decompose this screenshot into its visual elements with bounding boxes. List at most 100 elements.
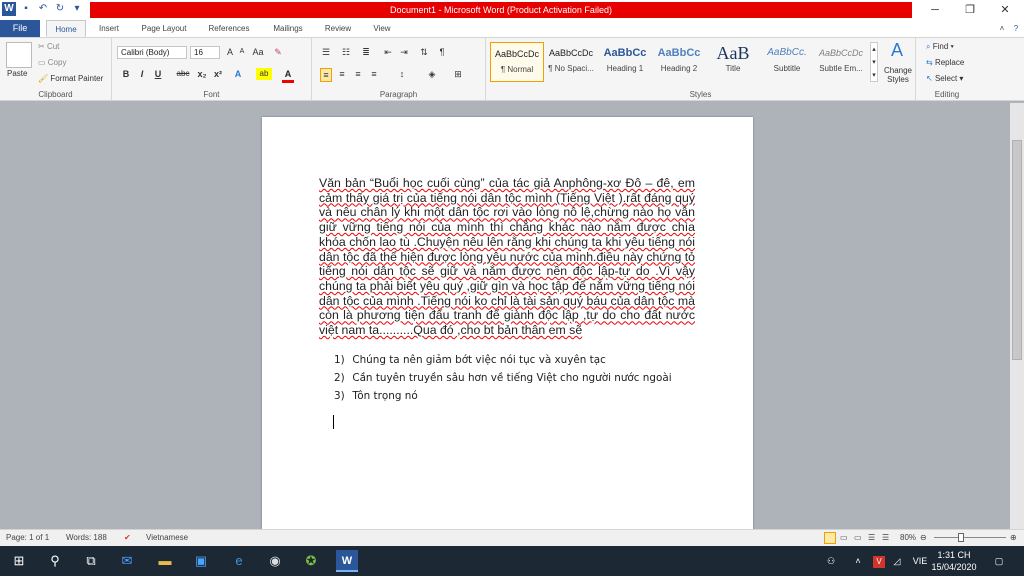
tab-review[interactable]: Review [318,20,358,37]
show-marks-icon[interactable]: ¶ [436,46,448,58]
numbering-icon[interactable]: ☷ [340,46,352,58]
language[interactable]: Vietnamese [146,530,188,546]
format-painter-button[interactable]: 🖌 Format Painter [38,74,103,84]
tab-file[interactable]: File [0,20,40,37]
print-layout-icon[interactable] [824,532,836,544]
list-item[interactable]: 1) Chúng ta nên giảm bớt việc nói tục và… [334,353,694,371]
font-family-select[interactable]: Calibri (Body) [117,46,187,59]
windows-start-icon[interactable]: ⊞ [8,550,30,572]
bold-button[interactable]: B [120,68,132,80]
notification-icon[interactable]: ▢ [990,546,1008,576]
minimize-ribbon-icon[interactable]: ˄ [996,20,1008,37]
style-heading-1[interactable]: AaBbCc Heading 1 [598,42,652,82]
superscript-button[interactable]: x² [212,68,224,80]
word-logo-icon[interactable]: W [2,2,16,16]
document-paragraph[interactable]: Văn bản “Buổi học cuối cùng” của tác giả… [319,176,695,338]
paste-button[interactable]: Paste [7,69,27,79]
minimize-button[interactable]: ─ [920,1,950,19]
text-effects-icon[interactable]: A [232,68,244,80]
font-color-icon[interactable]: A [282,68,294,83]
tab-home[interactable]: Home [46,20,86,37]
file-explorer-icon[interactable]: ▬ [154,550,176,572]
select-button[interactable]: ↖ Select ▾ [926,74,963,84]
paste-icon[interactable] [6,42,32,68]
style-no-spacing[interactable]: AaBbCcDc ¶ No Spaci... [544,42,598,82]
outline-icon[interactable]: ☰ [868,530,875,546]
align-right-icon[interactable]: ≡ [352,68,364,80]
multilevel-list-icon[interactable]: ≣ [360,46,372,58]
zoom-level[interactable]: 80% [900,530,916,546]
cut-button[interactable]: ✂ Cut [38,42,59,52]
list-item[interactable]: 2) Cần tuyên truyền sâu hơn về tiếng Việ… [334,371,694,389]
undo-icon[interactable]: ↶ [36,2,50,16]
align-center-icon[interactable]: ≡ [336,68,348,80]
zoom-in-icon[interactable]: ⊕ [1010,530,1017,546]
save-icon[interactable]: ▪ [19,2,33,16]
clear-format-icon[interactable]: ✎ [272,46,284,58]
input-language[interactable]: VIE [910,546,930,576]
task-view-icon[interactable]: ⧉ [80,550,102,572]
help-icon[interactable]: ? [1010,20,1022,37]
people-icon[interactable]: ⚇ [824,546,838,576]
search-icon[interactable]: ⚲ [44,550,66,572]
proofing-icon[interactable]: ✔ [124,530,131,546]
change-styles-button[interactable]: Change Styles [880,66,916,84]
grow-font-icon[interactable]: A [224,46,236,58]
antivirus-icon[interactable]: V [873,556,885,568]
page-count[interactable]: Page: 1 of 1 [6,530,49,546]
clock[interactable]: 1:31 CH 15/04/2020 [930,546,978,576]
zoom-out-icon[interactable]: ⊖ [920,530,927,546]
tab-references[interactable]: References [200,20,258,37]
chrome-icon[interactable]: ◉ [264,550,286,572]
subscript-button[interactable]: x₂ [196,68,208,80]
sort-icon[interactable]: ⇅ [418,46,430,58]
numbered-list[interactable]: 1) Chúng ta nên giảm bớt việc nói tục và… [334,353,694,407]
zoom-slider-thumb[interactable] [958,533,964,542]
highlight-icon[interactable]: ab [256,68,272,80]
web-layout-icon[interactable]: ▭ [854,530,862,546]
shading-icon[interactable]: ◈ [426,68,438,80]
scrollbar-thumb[interactable] [1012,140,1022,360]
style-subtitle[interactable]: AaBbCc. Subtitle [760,42,814,82]
style-title[interactable]: AaB Title [706,42,760,82]
document-page[interactable]: Văn bản “Buổi học cuối cùng” của tác giả… [262,117,753,530]
zoom-slider[interactable] [934,537,1006,538]
line-spacing-icon[interactable]: ↕ [396,68,408,80]
justify-icon[interactable]: ≡ [368,68,380,80]
network-icon[interactable]: ◿ [890,546,904,576]
style-subtle-emphasis[interactable]: AaBbCcDc Subtle Em... [814,42,868,82]
underline-button[interactable]: U [152,68,164,80]
bullets-icon[interactable]: ☰ [320,46,332,58]
copy-button[interactable]: ▭ Copy [38,58,66,68]
tab-view[interactable]: View [364,20,400,37]
italic-button[interactable]: I [136,68,148,80]
borders-icon[interactable]: ⊞ [452,68,464,80]
tray-chevron-icon[interactable]: ˄ [852,546,864,576]
increase-indent-icon[interactable]: ⇥ [398,46,410,58]
style-heading-2[interactable]: AaBbCc Heading 2 [652,42,706,82]
shrink-font-icon[interactable]: A [236,46,248,58]
edge-icon[interactable]: e [228,550,250,572]
find-button[interactable]: ⌕ Find ▾ [926,42,954,52]
replace-button[interactable]: ⇆ Replace [926,58,964,68]
maximize-button[interactable]: ❐ [955,1,985,19]
word-count[interactable]: Words: 188 [66,530,107,546]
store-icon[interactable]: ▣ [190,550,212,572]
mail-icon[interactable]: ✉ [116,550,138,572]
redo-icon[interactable]: ↻ [53,2,67,16]
tab-page-layout[interactable]: Page Layout [134,20,194,37]
align-left-icon[interactable]: ≡ [320,68,332,82]
word-taskbar-icon[interactable]: W [336,550,358,572]
tab-mailings[interactable]: Mailings [264,20,312,37]
app-icon[interactable]: ✪ [300,550,322,572]
tab-insert[interactable]: Insert [90,20,128,37]
decrease-indent-icon[interactable]: ⇤ [382,46,394,58]
change-case-icon[interactable]: Aa [252,46,264,58]
style-normal[interactable]: AaBbCcDc ¶ Normal [490,42,544,82]
close-button[interactable]: ✕ [990,1,1020,19]
list-item[interactable]: 3) Tôn trọng nó [334,389,694,407]
draft-icon[interactable]: ☰ [882,530,889,546]
styles-scroll[interactable]: ▴ ▾ ▾ [870,42,878,82]
strikethrough-button[interactable]: abc [174,68,192,80]
full-screen-icon[interactable]: ▭ [840,530,848,546]
